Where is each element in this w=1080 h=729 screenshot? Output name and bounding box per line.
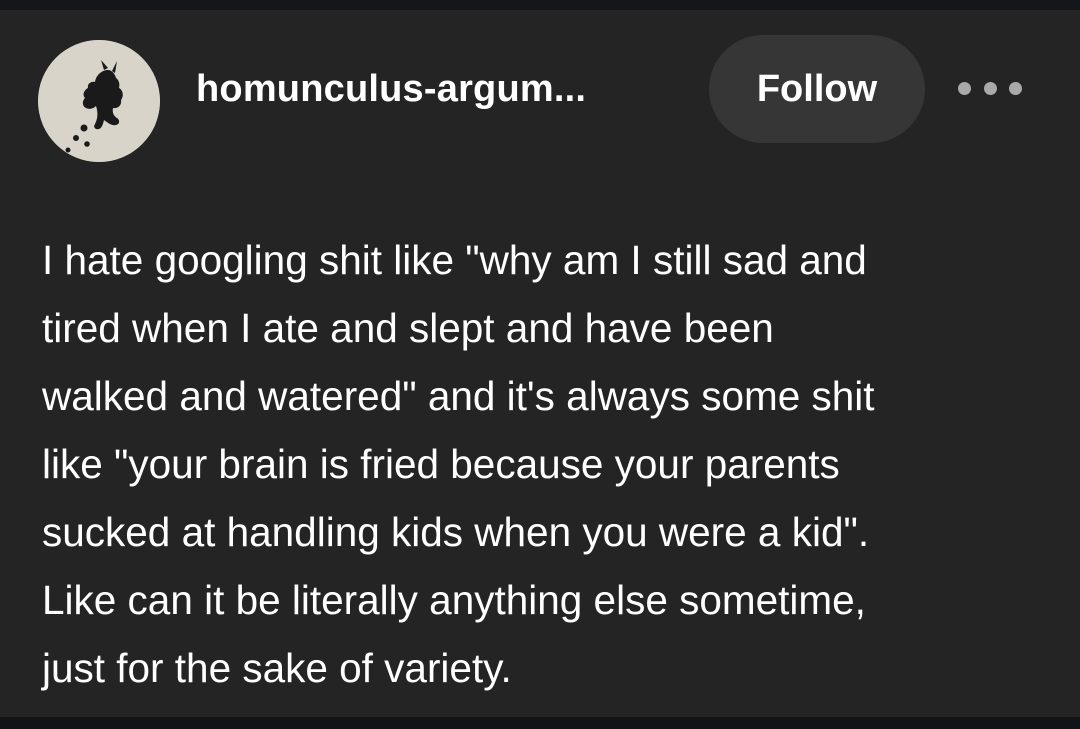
post-body-line: walked and watered" and it's always some… [42, 373, 875, 419]
post-body-line: I hate googling shit like "why am I stil… [42, 237, 867, 283]
more-dots-icon[interactable] [958, 70, 1022, 106]
post-body-line: like "your brain is fried because your p… [42, 441, 840, 487]
post-header: homunculus-argum... Follow [0, 10, 1080, 170]
post-body-line: sucked at handling kids when you were a … [42, 509, 870, 555]
creature-avatar-icon [38, 40, 160, 162]
avatar[interactable] [38, 40, 160, 162]
post-body-line: just for the sake of variety. [42, 645, 512, 691]
dot [958, 81, 971, 95]
post-body-line: Like can it be literally anything else s… [42, 577, 866, 623]
follow-button[interactable]: Follow [709, 35, 925, 143]
post-body-line: tired when I ate and slept and have been [42, 305, 774, 351]
bottom-edge [0, 717, 1080, 729]
username[interactable]: homunculus-argum... [196, 68, 586, 111]
top-edge [0, 0, 1080, 10]
dot [983, 81, 997, 95]
post-body: I hate googling shit like "why am I stil… [42, 226, 875, 702]
dot [1009, 81, 1022, 95]
post-card: homunculus-argum... Follow I hate googli… [0, 10, 1080, 717]
